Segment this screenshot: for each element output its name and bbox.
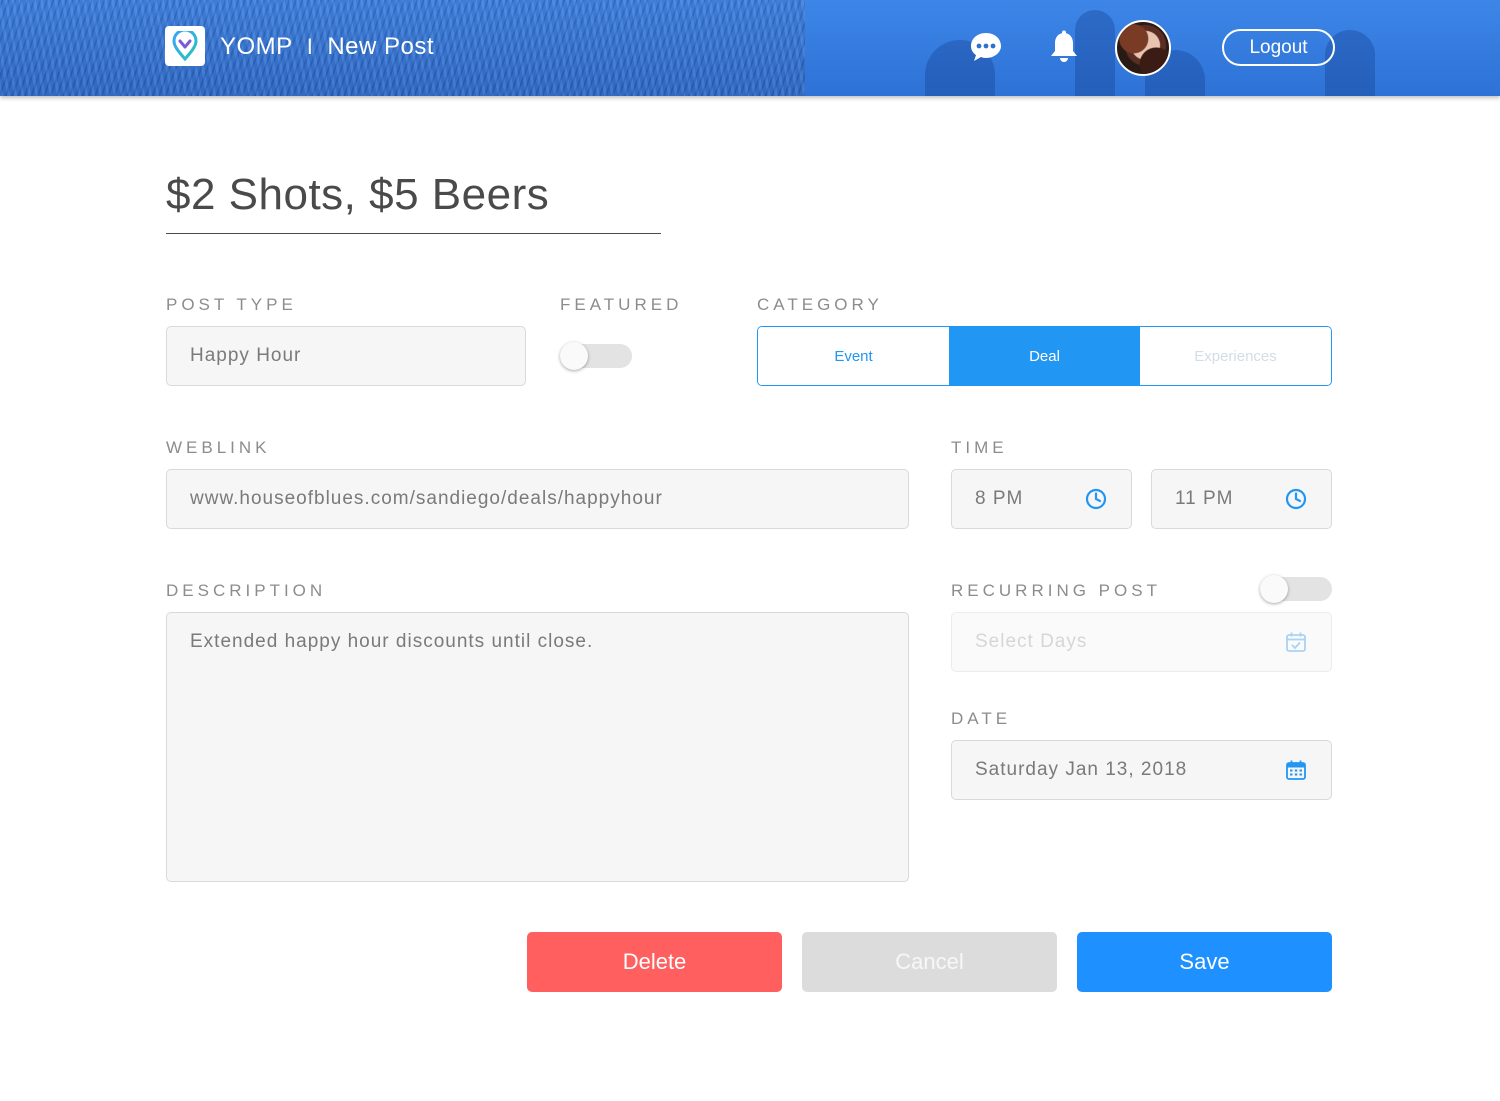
weblink-value: www.houseofblues.com/sandiego/deals/happ… — [190, 488, 663, 509]
category-option-experiences[interactable]: Experiences — [1140, 327, 1331, 385]
category-segmented-control: Event Deal Experiences — [757, 326, 1332, 386]
user-avatar[interactable] — [1115, 20, 1171, 76]
description-textarea[interactable]: Extended happy hour discounts until clos… — [166, 612, 909, 882]
weblink-label: WEBLINK — [166, 438, 271, 457]
end-time-value: 11 PM — [1175, 488, 1234, 509]
start-time-value: 8 PM — [975, 488, 1024, 509]
yomp-logo-icon[interactable] — [165, 26, 205, 66]
toggle-knob — [560, 342, 588, 370]
featured-label: FEATURED — [560, 295, 683, 314]
date-label: DATE — [951, 709, 1012, 728]
weblink-field[interactable]: www.houseofblues.com/sandiego/deals/happ… — [166, 469, 909, 529]
delete-button[interactable]: Delete — [527, 932, 782, 992]
clock-icon — [1285, 488, 1307, 510]
logout-button[interactable]: Logout — [1222, 29, 1335, 66]
toggle-knob — [1260, 575, 1288, 603]
select-days-field[interactable]: Select Days — [951, 612, 1332, 672]
page-title: New Post — [327, 33, 435, 60]
top-header: YOMP I New Post Logout — [0, 0, 1500, 96]
brand-title: YOMP I New Post — [220, 30, 434, 64]
title-separator: I — [306, 34, 314, 59]
app-name: YOMP — [220, 33, 293, 60]
start-time-field[interactable]: 8 PM — [951, 469, 1132, 529]
clock-icon — [1085, 488, 1107, 510]
calendar-check-icon — [1285, 631, 1307, 653]
bell-icon[interactable] — [1047, 30, 1081, 64]
post-type-value: Happy Hour — [190, 345, 302, 366]
date-value: Saturday Jan 13, 2018 — [975, 759, 1188, 780]
select-days-placeholder: Select Days — [975, 631, 1088, 652]
recurring-post-label: RECURRING POST — [951, 581, 1161, 600]
chat-bubble-icon[interactable] — [969, 30, 1003, 64]
date-field[interactable]: Saturday Jan 13, 2018 — [951, 740, 1332, 800]
cancel-button[interactable]: Cancel — [802, 932, 1057, 992]
category-option-deal[interactable]: Deal — [949, 327, 1140, 385]
post-type-label: POST TYPE — [166, 295, 297, 314]
description-label: DESCRIPTION — [166, 581, 327, 600]
calendar-icon — [1285, 759, 1307, 781]
category-option-event[interactable]: Event — [758, 327, 949, 385]
featured-toggle[interactable] — [560, 342, 632, 370]
post-type-field[interactable]: Happy Hour — [166, 326, 526, 386]
time-label: TIME — [951, 438, 1008, 457]
end-time-field[interactable]: 11 PM — [1151, 469, 1332, 529]
save-button[interactable]: Save — [1077, 932, 1332, 992]
category-label: CATEGORY — [757, 295, 883, 314]
post-title-input[interactable]: $2 Shots, $5 Beers — [166, 168, 661, 234]
recurring-post-toggle[interactable] — [1260, 575, 1332, 603]
